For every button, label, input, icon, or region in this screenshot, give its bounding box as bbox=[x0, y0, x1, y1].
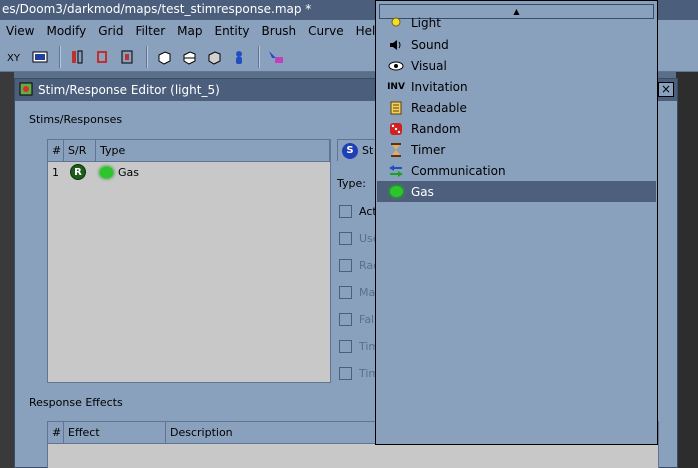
dropdown-item-light[interactable]: Light bbox=[377, 13, 656, 33]
row-num: 1 bbox=[52, 165, 59, 179]
active-checkbox[interactable] bbox=[339, 205, 352, 218]
menu-grid[interactable]: Grid bbox=[98, 24, 123, 38]
xy-view-icon[interactable]: XY bbox=[4, 46, 26, 68]
window-title: es/Doom3/darkmod/maps/test_stimresponse.… bbox=[2, 2, 312, 16]
cube-clip-icon[interactable] bbox=[178, 46, 200, 68]
dropdown-item-timer[interactable]: Timer bbox=[377, 139, 656, 160]
dropdown-item-communication[interactable]: Communication bbox=[377, 160, 656, 181]
type-label: Type: bbox=[337, 177, 366, 190]
viewport-left bbox=[0, 72, 14, 468]
dropdown-item-gas[interactable]: Gas bbox=[377, 181, 656, 202]
menu-modify[interactable]: Modify bbox=[46, 24, 86, 38]
menu-brush[interactable]: Brush bbox=[262, 24, 297, 38]
col-num-header[interactable]: # bbox=[48, 140, 64, 161]
dropdown-item-label: Visual bbox=[411, 58, 447, 73]
document-icon bbox=[387, 101, 405, 115]
menu-curve[interactable]: Curve bbox=[308, 24, 343, 38]
timer-type-checkbox[interactable] bbox=[339, 367, 352, 380]
speaker-icon bbox=[387, 38, 405, 52]
response-badge-icon: R bbox=[70, 164, 86, 180]
dropdown-item-label: Communication bbox=[411, 163, 506, 178]
dialog-title: Stim/Response Editor (light_5) bbox=[38, 83, 220, 97]
col-effect-header[interactable]: Effect bbox=[64, 422, 166, 444]
response-effects-label: Response Effects bbox=[29, 396, 123, 409]
falloff-checkbox[interactable] bbox=[339, 313, 352, 326]
viewport-right bbox=[676, 72, 698, 468]
col-sr-header[interactable]: S/R bbox=[64, 140, 96, 161]
sr-cell: R bbox=[62, 164, 94, 180]
dialog-close-button[interactable]: × bbox=[658, 82, 674, 97]
row-type: Gas bbox=[118, 165, 139, 179]
gas-cloud-icon bbox=[387, 186, 405, 197]
cube-select-icon[interactable] bbox=[203, 46, 225, 68]
col-type-header[interactable]: Type bbox=[96, 140, 330, 161]
magnitude-checkbox[interactable] bbox=[339, 286, 352, 299]
dialog-app-icon bbox=[19, 82, 33, 99]
toolbar-separator bbox=[59, 45, 61, 68]
menu-view[interactable]: View bbox=[6, 24, 34, 38]
radius-checkbox[interactable] bbox=[339, 259, 352, 272]
toolbar-separator bbox=[258, 45, 260, 68]
menu-entity[interactable]: Entity bbox=[214, 24, 249, 38]
dropdown-item-label: Random bbox=[411, 121, 461, 136]
entity-icon[interactable] bbox=[228, 46, 250, 68]
type-cell: Gas bbox=[94, 166, 139, 179]
hourglass-icon bbox=[387, 142, 405, 157]
dropdown-item-label: Sound bbox=[411, 37, 449, 52]
menu-map[interactable]: Map bbox=[177, 24, 202, 38]
timer-checkbox[interactable] bbox=[339, 340, 352, 353]
col-effect-num-header[interactable]: # bbox=[48, 422, 64, 444]
select-tool-icon[interactable] bbox=[265, 46, 287, 68]
eye-icon bbox=[387, 60, 405, 72]
dice-icon bbox=[387, 122, 405, 136]
stims-responses-label: Stims/Responses bbox=[29, 113, 123, 126]
dropdown-item-label: Gas bbox=[411, 184, 434, 199]
cube-icon[interactable] bbox=[153, 46, 175, 68]
flip-x-icon[interactable] bbox=[66, 46, 88, 68]
gas-cloud-icon bbox=[100, 166, 113, 178]
flip-z-icon[interactable] bbox=[116, 46, 138, 68]
inv-icon: INV bbox=[387, 81, 405, 92]
svg-text:XY: XY bbox=[7, 53, 21, 64]
menu-filter[interactable]: Filter bbox=[135, 24, 165, 38]
dropdown-item-label: Timer bbox=[411, 142, 446, 157]
dropdown-item-label: Readable bbox=[411, 100, 467, 115]
stim-type-dropdown-list[interactable]: ▲ Light Sound Visual INV Invitation Read… bbox=[375, 0, 658, 445]
dropdown-item-random[interactable]: Random bbox=[377, 118, 656, 139]
flip-y-icon[interactable] bbox=[91, 46, 113, 68]
dropdown-item-invitation[interactable]: INV Invitation bbox=[377, 76, 656, 97]
stim-badge-icon: S bbox=[342, 142, 358, 159]
use-bounds-checkbox[interactable] bbox=[339, 232, 352, 245]
table-row[interactable]: 1 R Gas bbox=[48, 162, 330, 182]
dropdown-item-visual[interactable]: Visual bbox=[377, 55, 656, 76]
dropdown-item-readable[interactable]: Readable bbox=[377, 97, 656, 118]
dropdown-item-label: Light bbox=[411, 16, 441, 30]
stims-responses-list[interactable]: # S/R Type 1 R Gas bbox=[47, 139, 331, 383]
toolbar-separator bbox=[146, 45, 148, 68]
list-header: # S/R Type bbox=[48, 140, 330, 162]
arrows-icon bbox=[387, 164, 405, 178]
dropdown-item-sound[interactable]: Sound bbox=[377, 34, 656, 55]
light-bulb-icon bbox=[387, 17, 405, 29]
dropdown-item-label: Invitation bbox=[411, 79, 468, 94]
camera-icon[interactable] bbox=[29, 46, 51, 68]
